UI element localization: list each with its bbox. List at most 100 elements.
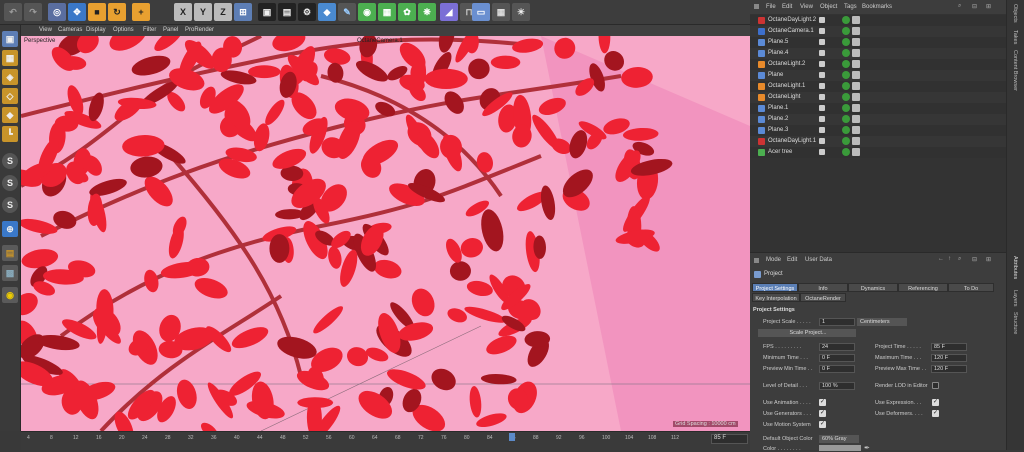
polygons-mode-icon[interactable]: ◆ — [2, 107, 18, 123]
visibility-toggle[interactable] — [819, 28, 825, 34]
tab-info[interactable]: Info — [798, 283, 848, 292]
material-tag-icon[interactable] — [852, 82, 860, 90]
material-tag-icon[interactable] — [852, 16, 860, 24]
add-icon[interactable]: + — [132, 3, 150, 21]
mograph-icon[interactable]: ❋ — [418, 3, 436, 21]
attr-menu-edit[interactable]: Edit — [787, 257, 797, 263]
object-row[interactable]: OctaneDayLight.1 — [750, 136, 1006, 147]
object-tag-icon[interactable] — [842, 137, 850, 145]
rtab-attributes[interactable]: Attributes — [1012, 256, 1018, 279]
timeline-playhead[interactable] — [509, 433, 515, 441]
scale-icon[interactable]: ■ — [88, 3, 106, 21]
project-scale-unit-select[interactable]: Centimeters — [857, 318, 907, 326]
search-attr-icon[interactable]: ⌕ — [958, 256, 961, 263]
attr-menu-mode[interactable]: Mode — [766, 257, 781, 263]
scale-project-button[interactable]: Scale Project... — [758, 329, 856, 337]
timeline[interactable]: 4 8 12 16 20 24 28 32 36 40 44 48 52 56 60 64 68 72 76 80 84… — [21, 431, 750, 450]
x-axis-button[interactable]: X — [174, 3, 192, 21]
viewport-menu-filter[interactable]: Filter — [143, 27, 156, 33]
min-time-field[interactable]: 0 F — [819, 354, 855, 362]
z-axis-button[interactable]: Z — [214, 3, 232, 21]
preview-max-field[interactable]: 120 F — [931, 365, 967, 373]
texture-mode-icon[interactable]: ▦ — [2, 50, 18, 66]
object-tag-icon[interactable] — [842, 126, 850, 134]
camera-icon[interactable]: ▦ — [492, 3, 510, 21]
y-axis-button[interactable]: Y — [194, 3, 212, 21]
preview-min-field[interactable]: 0 F — [819, 365, 855, 373]
rtab-takes[interactable]: Takes — [1012, 30, 1018, 44]
project-time-field[interactable]: 85 F — [931, 343, 967, 351]
material-tag-icon[interactable] — [852, 115, 860, 123]
snap-settings-icon[interactable]: S — [2, 175, 18, 191]
material-tag-icon[interactable] — [852, 71, 860, 79]
magnet-icon[interactable]: ⊕ — [2, 221, 18, 237]
material-tag-icon[interactable] — [852, 93, 860, 101]
object-tag-icon[interactable] — [842, 38, 850, 46]
obj-menu-object[interactable]: Object — [820, 4, 837, 10]
object-tag-icon[interactable] — [842, 148, 850, 156]
object-row[interactable]: Plane.2 — [750, 114, 1006, 125]
visibility-toggle[interactable] — [819, 127, 825, 133]
object-tag-icon[interactable] — [842, 82, 850, 90]
object-tag-icon[interactable] — [842, 115, 850, 123]
coordinate-system-icon[interactable]: ⊞ — [234, 3, 252, 21]
viewport[interactable]: Perspective OctaneCamera.1 Grid Spacing … — [21, 36, 750, 431]
color-swatch[interactable] — [819, 445, 861, 451]
lock-icon[interactable]: ⊟ — [972, 256, 977, 263]
object-tag-icon[interactable] — [842, 60, 850, 68]
visibility-toggle[interactable] — [819, 138, 825, 144]
model-mode-icon[interactable]: ▣ — [2, 31, 18, 47]
visibility-toggle[interactable] — [819, 105, 825, 111]
pen-icon[interactable]: ✎ — [338, 3, 356, 21]
render-settings-icon[interactable]: ▤ — [278, 3, 296, 21]
material-tag-icon[interactable] — [852, 104, 860, 112]
search-icon[interactable]: ⌕ — [958, 3, 961, 10]
points-mode-icon[interactable]: ◈ — [2, 69, 18, 85]
gear-icon[interactable]: ✿ — [398, 3, 416, 21]
attr-grip-icon[interactable] — [754, 258, 759, 263]
material-tag-icon[interactable] — [852, 126, 860, 134]
viewport-menu-view[interactable]: View — [39, 27, 52, 33]
snap-icon[interactable]: S — [2, 153, 18, 169]
viewport-menu-panel[interactable]: Panel — [163, 27, 178, 33]
material-tag-icon[interactable] — [852, 60, 860, 68]
material-tag-icon[interactable] — [852, 49, 860, 57]
undo-icon[interactable]: ↶ — [4, 3, 22, 21]
obj-menu-file[interactable]: File — [766, 4, 776, 10]
edit-render-settings-icon[interactable]: ⚙ — [298, 3, 316, 21]
render-lod-checkbox[interactable] — [932, 382, 939, 389]
object-row[interactable]: OctaneCamera.1 — [750, 26, 1006, 37]
tab-todo[interactable]: To Do — [948, 283, 994, 292]
array-icon[interactable]: ▦ — [378, 3, 396, 21]
visibility-toggle[interactable] — [819, 116, 825, 122]
back-arrow-icon[interactable]: ← — [938, 256, 944, 262]
object-tag-icon[interactable] — [842, 49, 850, 57]
move-icon[interactable]: ✥ — [68, 3, 86, 21]
object-row[interactable]: OctaneLight.1 — [750, 81, 1006, 92]
use-deformers-checkbox[interactable]: ✓ — [932, 410, 939, 417]
rtab-layers[interactable]: Layers — [1012, 290, 1018, 307]
workplane-icon[interactable]: ┗ — [2, 126, 18, 142]
fps-field[interactable]: 24 — [819, 343, 855, 351]
max-time-field[interactable]: 120 F — [931, 354, 967, 362]
lock-grid-icon[interactable]: ▩ — [2, 265, 18, 281]
maximize-attr-icon[interactable]: ⊞ — [986, 256, 991, 263]
object-tag-icon[interactable] — [842, 71, 850, 79]
project-scale-field[interactable]: 1 — [819, 318, 855, 326]
material-tag-icon[interactable] — [852, 137, 860, 145]
object-row[interactable]: Plane.1 — [750, 103, 1006, 114]
tab-project-settings[interactable]: Project Settings — [752, 283, 798, 292]
object-row[interactable]: OctaneLight.2 — [750, 59, 1006, 70]
object-row[interactable]: Plane.3 — [750, 125, 1006, 136]
weight-icon[interactable]: ◉ — [2, 287, 18, 303]
object-tag-icon[interactable] — [842, 16, 850, 24]
use-expression-checkbox[interactable]: ✓ — [932, 399, 939, 406]
grid-icon[interactable]: ▤ — [2, 245, 18, 261]
object-row[interactable]: Acer tree — [750, 147, 1006, 158]
edges-mode-icon[interactable]: ◇ — [2, 88, 18, 104]
rtab-structure[interactable]: Structure — [1012, 312, 1018, 334]
visibility-toggle[interactable] — [819, 17, 825, 23]
rtab-objects[interactable]: Objects — [1012, 4, 1018, 23]
quantize-icon[interactable]: S — [2, 197, 18, 213]
tab-referencing[interactable]: Referencing — [898, 283, 948, 292]
